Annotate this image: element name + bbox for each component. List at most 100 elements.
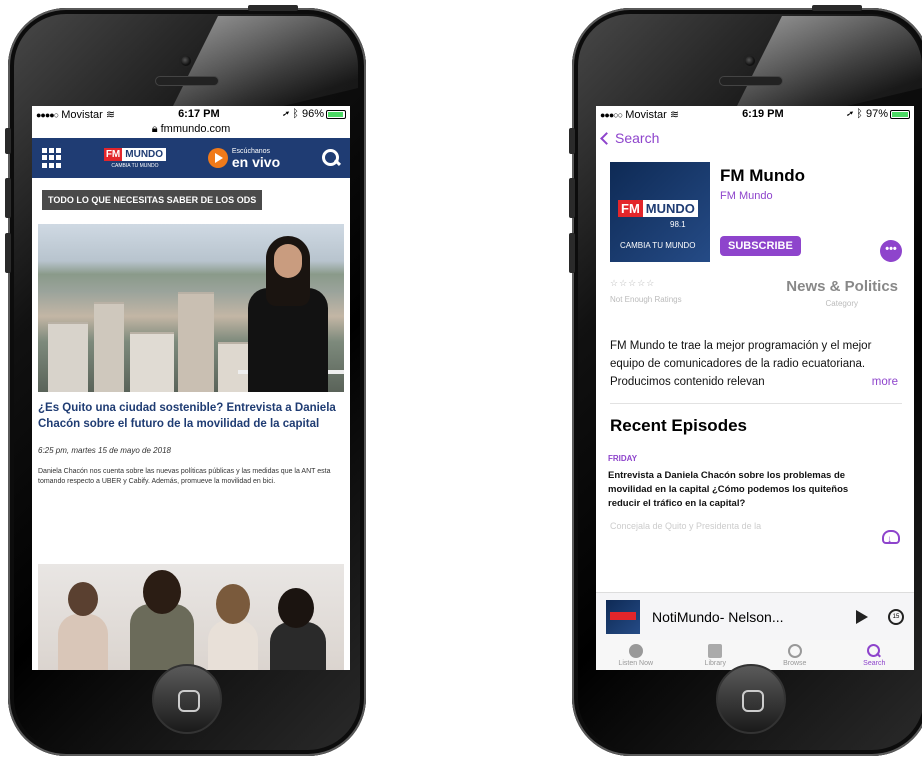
- volume-down-button: [569, 233, 575, 273]
- category-label: Category: [825, 299, 858, 308]
- phone-left: ●●●●○ Movistar ≋ 6:17 PM ➚ ᛒ 96% 🔒︎ fmmu…: [5, 5, 366, 756]
- tab-search[interactable]: Search: [844, 643, 904, 667]
- battery-icon: [325, 109, 346, 119]
- article-excerpt: Daniela Chacón nos cuenta sobre las nuev…: [38, 468, 331, 485]
- podcast-author-link[interactable]: FM Mundo: [720, 190, 805, 202]
- battery-icon: [889, 109, 910, 119]
- chevron-left-icon: [600, 131, 613, 145]
- play-icon[interactable]: [856, 609, 868, 624]
- skip-forward-15-icon[interactable]: 15: [888, 608, 904, 625]
- power-button: [248, 5, 298, 11]
- back-label: Search: [615, 130, 660, 146]
- battery-group: ➚ ᛒ 96%: [283, 108, 346, 120]
- art-fm: FM: [618, 200, 643, 217]
- battery-group: ➚ ᛒ 97%: [847, 108, 910, 120]
- front-camera: [179, 54, 193, 68]
- art-tagline: CAMBIA TU MUNDO: [620, 241, 696, 250]
- article-hero-image[interactable]: [38, 224, 344, 392]
- status-bar: ●●●●○ Movistar ≋ 6:17 PM ➚ ᛒ 96%: [32, 106, 350, 122]
- signal-icon: ●●●●○: [36, 109, 59, 120]
- wifi-icon: ≋: [105, 108, 116, 121]
- section-banner[interactable]: TODO LO QUE NECESITAS SABER DE LOS ODS: [42, 190, 263, 210]
- home-button[interactable]: [152, 664, 222, 734]
- status-bar: ●●●○○ Movistar ≋ 6:19 PM ➚ ᛒ 97%: [596, 106, 914, 122]
- wifi-icon: ≋: [669, 108, 680, 121]
- tab-label: Listen Now: [618, 659, 654, 667]
- live-big-text: en vivo: [231, 153, 281, 170]
- tab-label: Browse: [783, 659, 807, 667]
- left-screen: ●●●●○ Movistar ≋ 6:17 PM ➚ ᛒ 96% 🔒︎ fmmu…: [32, 106, 350, 670]
- category-name[interactable]: News & Politics: [786, 278, 898, 295]
- logo-mundo: MUNDO: [122, 147, 167, 161]
- volume-down-button: [5, 233, 11, 273]
- podcast-header: FM MUNDO 98.1 CAMBIA TU MUNDO FM Mundo FM…: [596, 162, 914, 262]
- back-to-search-button[interactable]: Search: [596, 130, 914, 146]
- art-frequency: 98.1: [670, 220, 686, 229]
- status-time: 6:19 PM: [742, 108, 784, 120]
- art-mundo: MUNDO: [642, 200, 698, 217]
- library-icon: [708, 643, 723, 658]
- carrier-label: Movistar: [625, 108, 667, 121]
- search-icon: [867, 643, 881, 658]
- episode-title[interactable]: Entrevista a Daniela Chacón sobre los pr…: [608, 469, 868, 510]
- volume-up-button: [5, 178, 11, 218]
- podcast-artwork: FM MUNDO 98.1 CAMBIA TU MUNDO: [610, 162, 710, 262]
- more-options-button[interactable]: •••: [880, 240, 902, 262]
- address-bar[interactable]: 🔒︎ fmmundo.com: [32, 122, 350, 136]
- tab-library[interactable]: Library: [685, 643, 745, 667]
- description-text: FM Mundo te trae la mejor programación y…: [610, 340, 872, 388]
- url-text: fmmundo.com: [160, 123, 231, 135]
- article-title-link[interactable]: ¿Es Quito una ciudad sostenible? Entrevi…: [38, 400, 344, 432]
- earpiece-speaker: [719, 76, 783, 86]
- tab-listen-now[interactable]: Listen Now: [606, 643, 666, 667]
- tab-browse[interactable]: Browse: [765, 643, 825, 667]
- listen-live-button[interactable]: Escúchanos en vivo: [207, 148, 281, 170]
- description-more-link[interactable]: more: [865, 373, 898, 392]
- second-article-image[interactable]: [38, 564, 344, 670]
- tab-label: Library: [704, 659, 726, 667]
- article-date: 6:25 pm, martes 15 de mayo de 2018: [38, 446, 171, 456]
- podcast-description: FM Mundo te trae la mejor programación y…: [610, 338, 898, 392]
- mute-switch: [569, 128, 575, 154]
- download-cloud-icon[interactable]: [882, 530, 900, 545]
- right-screen: ●●●○○ Movistar ≋ 6:19 PM ➚ ᛒ 97% Search …: [596, 106, 914, 670]
- site-header: FM MUNDO CAMBIA TU MUNDO Escúchanos en vi…: [32, 138, 350, 178]
- browse-podcast-icon: [787, 643, 802, 658]
- mute-switch: [5, 128, 11, 154]
- power-button: [812, 5, 862, 11]
- volume-up-button: [569, 178, 575, 218]
- stage: ●●●●○ Movistar ≋ 6:17 PM ➚ ᛒ 96% 🔒︎ fmmu…: [0, 0, 922, 762]
- carrier-group: ●●●●○ Movistar ≋: [36, 108, 115, 121]
- fm-mundo-logo[interactable]: FM MUNDO CAMBIA TU MUNDO: [103, 147, 167, 169]
- tab-label: Search: [863, 659, 886, 667]
- signal-icon: ●●●○○: [600, 109, 623, 120]
- home-button[interactable]: [716, 664, 786, 734]
- logo-tagline: CAMBIA TU MUNDO: [111, 162, 159, 169]
- bluetooth-icon: ᛒ: [856, 108, 863, 120]
- rating-row: ☆☆☆☆☆ Not Enough Ratings News & Politics…: [610, 278, 898, 308]
- phone-right: ●●●○○ Movistar ≋ 6:19 PM ➚ ᛒ 97% Search …: [569, 5, 922, 756]
- recent-episodes-heading: Recent Episodes: [610, 416, 747, 436]
- mini-player-artwork: [606, 599, 640, 634]
- now-playing-title[interactable]: NotiMundo- Nelson...: [652, 609, 856, 625]
- carrier-label: Movistar: [61, 108, 103, 121]
- play-icon: [207, 148, 228, 168]
- listen-now-icon: [628, 643, 643, 658]
- front-camera: [743, 54, 757, 68]
- rating-stars: ☆☆☆☆☆: [610, 278, 656, 288]
- earpiece-speaker: [155, 76, 219, 86]
- interviewee-photo: [248, 232, 336, 392]
- status-time: 6:17 PM: [178, 108, 220, 120]
- location-icon: ➚: [846, 108, 854, 120]
- subscribe-button[interactable]: SUBSCRIBE: [720, 236, 801, 256]
- logo-fm: FM: [103, 147, 123, 161]
- divider: [610, 403, 902, 405]
- mini-player[interactable]: NotiMundo- Nelson... 15: [596, 592, 914, 640]
- location-icon: ➚: [282, 108, 290, 120]
- carrier-group: ●●●○○ Movistar ≋: [600, 108, 679, 121]
- menu-grid-icon[interactable]: [42, 148, 62, 168]
- bluetooth-icon: ᛒ: [292, 108, 299, 120]
- search-icon[interactable]: [321, 149, 340, 167]
- episode-summary-faded: Concejala de Quito y Presidenta de la: [610, 520, 762, 531]
- battery-percent: 97%: [865, 108, 888, 120]
